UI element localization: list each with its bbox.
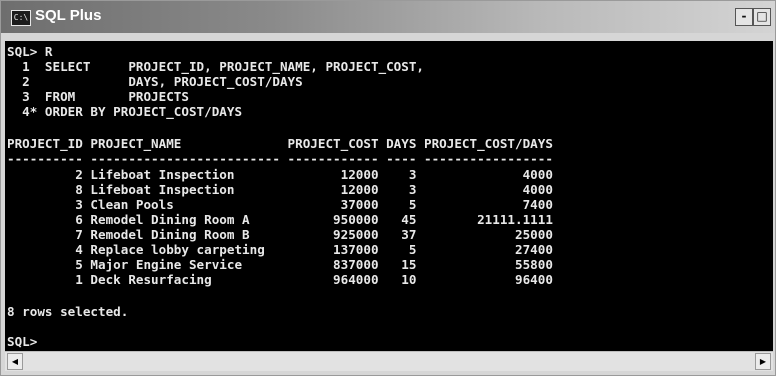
sqlplus-window: C:\ SQL Plus - □ SQL> R 1 SELECT PROJECT…: [0, 0, 776, 376]
table-row: 3 Clean Pools 37000 5 7400: [7, 197, 553, 212]
scroll-right-arrow-icon[interactable]: ▶: [755, 353, 771, 370]
console-output[interactable]: SQL> R 1 SELECT PROJECT_ID, PROJECT_NAME…: [5, 41, 773, 351]
table-header: PROJECT_ID PROJECT_NAME PROJECT_COST DAY…: [7, 136, 553, 151]
table-row: 6 Remodel Dining Room A 950000 45 21111.…: [7, 212, 553, 227]
console-line: 2 DAYS, PROJECT_COST/DAYS: [7, 74, 303, 89]
scroll-left-arrow-icon[interactable]: ◀: [7, 353, 23, 370]
table-row: 7 Remodel Dining Room B 925000 37 25000: [7, 227, 553, 242]
sql-prompt[interactable]: SQL>: [7, 334, 37, 349]
table-row: 2 Lifeboat Inspection 12000 3 4000: [7, 167, 553, 182]
window-title: SQL Plus: [35, 7, 102, 24]
rows-selected-message: 8 rows selected.: [7, 304, 129, 319]
table-row: 8 Lifeboat Inspection 12000 3 4000: [7, 182, 553, 197]
console-line: 1 SELECT PROJECT_ID, PROJECT_NAME, PROJE…: [7, 59, 425, 74]
console-line: SQL> R: [7, 44, 53, 59]
table-row: 4 Replace lobby carpeting 137000 5 27400: [7, 242, 553, 257]
table-row: 1 Deck Resurfacing 964000 10 96400: [7, 272, 553, 287]
minimize-button[interactable]: -: [735, 8, 753, 26]
title-bar[interactable]: C:\ SQL Plus - □: [1, 1, 775, 33]
table-row: 5 Major Engine Service 837000 15 55800: [7, 257, 553, 272]
maximize-button[interactable]: □: [753, 8, 771, 26]
horizontal-scrollbar[interactable]: ◀ ▶: [5, 351, 773, 371]
console-line: 3 FROM PROJECTS: [7, 89, 189, 104]
console-app-icon[interactable]: C:\: [11, 10, 31, 26]
table-separator: ---------- ------------------------- ---…: [7, 151, 553, 166]
console-line: 4* ORDER BY PROJECT_COST/DAYS: [7, 104, 243, 119]
